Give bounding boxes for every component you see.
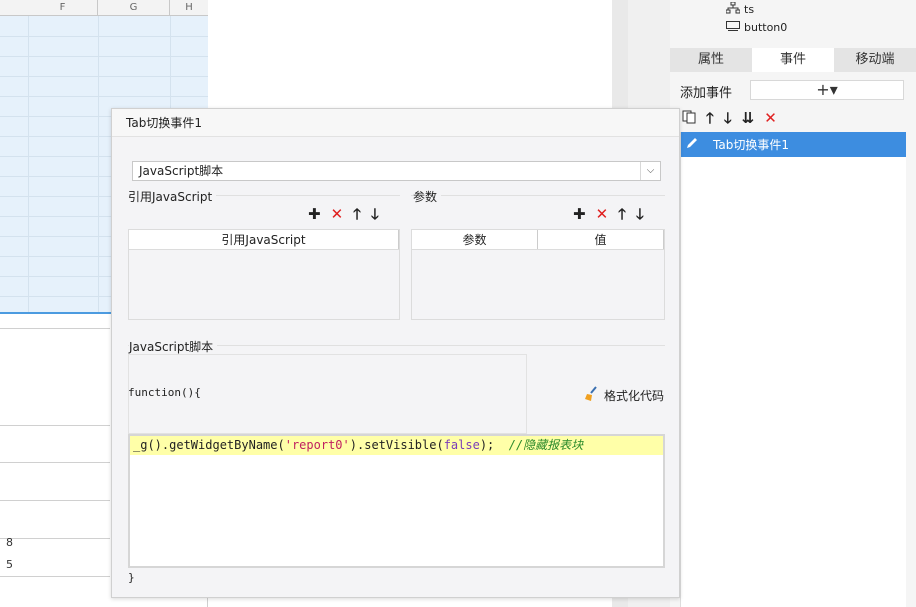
tree-item-label: ts [744,3,755,16]
tab-events[interactable]: 事件 [752,48,834,72]
delete-icon[interactable]: ✕ [764,111,777,126]
move-down-icon[interactable]: 🡓 [371,207,379,222]
column-header: 引用JavaScript [129,230,399,249]
edit-pencil-icon[interactable] [685,136,699,153]
ref-js-table[interactable]: 引用JavaScript [128,229,400,320]
function-footer: } [128,571,135,584]
move-up-icon[interactable]: 🡑 [706,111,714,126]
copy-icon[interactable] [682,110,696,127]
delete-icon[interactable]: ✕ [596,207,609,222]
tree-item-button0[interactable]: button0 [726,20,787,36]
event-editor-dialog: Tab切换事件1 JavaScript脚本 ⌵ 引用JavaScript ✚ ✕… [111,108,680,598]
function-header: function(){ [128,386,201,399]
cell-value[interactable]: 5 [6,558,13,571]
broom-icon [584,386,600,405]
format-code-button[interactable]: 格式化代码 [584,386,664,405]
tab-properties[interactable]: 属性 [670,48,752,72]
move-down-icon[interactable]: 🡓 [724,111,732,126]
event-list: Tab切换事件1 [680,132,906,607]
add-icon[interactable]: ✚ [573,207,586,222]
column-header-f[interactable]: F [28,0,98,16]
column-header-row: F G H [0,0,208,16]
column-header: 值 [538,230,664,249]
delete-icon[interactable]: ✕ [331,207,344,222]
params-table[interactable]: 参数 值 [411,229,665,320]
code-line: _g().getWidgetByName('report0').setVisib… [130,436,663,455]
add-event-button[interactable]: +▾ [750,80,904,100]
move-up-icon[interactable]: 🡑 [618,207,626,222]
move-up-icon[interactable]: 🡑 [353,207,361,222]
format-code-label: 格式化代码 [604,389,665,403]
tree-item-ts[interactable]: ts [725,1,755,19]
dialog-title: Tab切换事件1 [112,109,679,137]
panel-tabs: 属性 事件 移动端 [670,48,916,72]
ref-js-section-label: 引用JavaScript [128,188,217,205]
add-icon[interactable]: ✚ [308,207,321,222]
column-header-h[interactable]: H [170,0,208,16]
tree-node-icon [725,1,741,19]
button-widget-icon [726,20,740,36]
params-toolbar: ✚ ✕ 🡑 🡓 [573,207,644,222]
move-down-icon[interactable]: 🡓 [636,207,644,222]
event-toolbar: 🡑 🡓 ⇊ ✕ [682,110,777,127]
chevron-down-icon[interactable]: ⌵ [640,162,660,180]
script-section-label: JavaScript脚本 [129,338,218,355]
column-header-g[interactable]: G [98,0,170,16]
tab-mobile[interactable]: 移动端 [834,48,916,72]
list-item[interactable]: Tab切换事件1 [681,132,906,157]
add-event-label: 添加事件 [680,86,733,101]
ref-js-toolbar: ✚ ✕ 🡑 🡓 [308,207,379,222]
move-bottom-icon[interactable]: ⇊ [742,111,755,126]
tree-item-label: button0 [744,21,788,34]
select-value: JavaScript脚本 [139,164,224,178]
code-editor[interactable]: _g().getWidgetByName('report0').setVisib… [128,434,665,568]
widget-property-panel: ts button0 属性 事件 移动端 添加事件 +▾ 🡑 🡓 ⇊ ✕ Tab… [670,0,916,607]
params-section-label: 参数 [413,188,442,205]
script-type-select[interactable]: JavaScript脚本 ⌵ [132,161,661,181]
column-header: 参数 [412,230,538,249]
event-name: Tab切换事件1 [713,138,789,152]
cell-value[interactable]: 8 [6,536,13,549]
